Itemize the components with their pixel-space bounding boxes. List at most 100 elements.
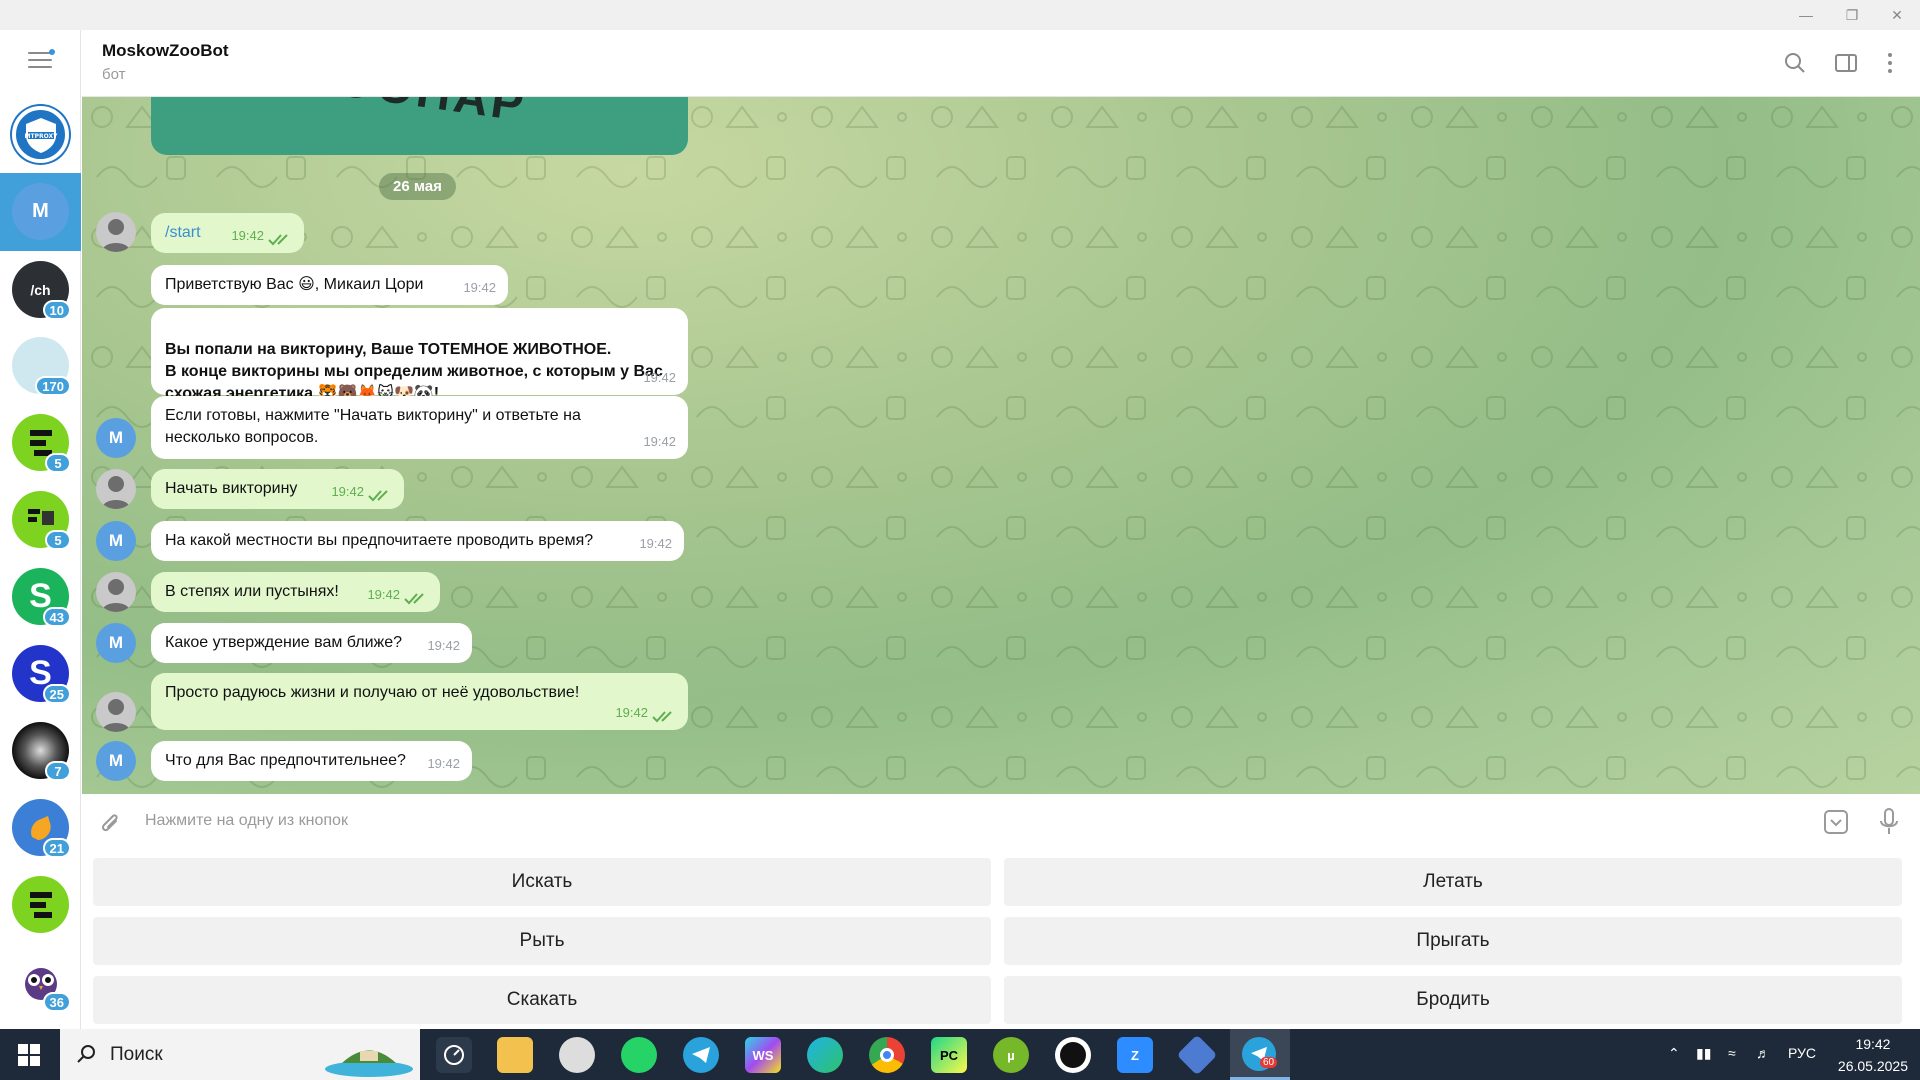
clock-time: 19:42 [1855, 1036, 1891, 1052]
chat-title[interactable]: MoskowZooBot [102, 41, 229, 61]
message-text: Начать викторину [165, 480, 298, 497]
battery-icon[interactable]: ▮▮ [1696, 1045, 1711, 1062]
keyboard-button-gallop[interactable]: Скакать [93, 976, 991, 1024]
message-time: 19:42 [639, 536, 672, 551]
bot-avatar[interactable]: M [96, 741, 136, 781]
message-time: 19:42 [615, 705, 648, 720]
volume-icon[interactable]: ♬ [1756, 1045, 1770, 1061]
pycharm-icon[interactable]: PC [931, 1037, 967, 1073]
keyboard-button-dig[interactable]: Рыть [93, 917, 991, 965]
more-options-icon[interactable] [1877, 50, 1903, 76]
zoom-icon[interactable]: Z [1117, 1037, 1153, 1073]
unread-badge: 7 [45, 761, 71, 781]
menu-icon[interactable] [28, 49, 55, 72]
unread-badge: 5 [45, 453, 71, 473]
telegram-active-tab[interactable]: 60 [1230, 1029, 1290, 1080]
message-time: 19:42 [427, 756, 460, 771]
user-avatar[interactable] [96, 469, 136, 509]
unread-badge: 21 [42, 838, 71, 858]
chat-header: MoskowZooBot бот [82, 30, 1920, 97]
incoming-message[interactable]: Если готовы, нажмите "Начать викторину" … [151, 396, 688, 459]
webstorm-icon[interactable]: WS [745, 1037, 781, 1073]
pingwin-icon[interactable] [559, 1037, 595, 1073]
chat-list-sidebar: MTPROXY M /ch 10 170 5 5 S 43 S 25 7 21 36 [0, 30, 81, 1029]
keyboard-button-search[interactable]: Искать [93, 858, 991, 906]
message-time: 19:42 [463, 280, 496, 295]
read-checks-icon [368, 490, 388, 502]
sidebar-toggle-icon[interactable] [1833, 50, 1859, 76]
s-green-icon[interactable]: S 43 [12, 568, 71, 627]
telegram-icon[interactable] [683, 1037, 719, 1073]
utorrent-icon[interactable]: µ [993, 1037, 1029, 1073]
galaxy-icon[interactable]: 7 [12, 722, 71, 781]
taskbar-search[interactable]: Поиск [60, 1029, 420, 1080]
outgoing-message[interactable]: /start 19:42 [151, 213, 304, 253]
outgoing-message[interactable]: В степях или пустынях! 19:42 [151, 572, 440, 612]
banner-text: ООПАР [333, 97, 530, 133]
unread-badge: 170 [35, 376, 71, 396]
mtproxy-icon[interactable]: MTPROXY [12, 106, 69, 163]
message-time: 19:42 [427, 638, 460, 653]
chrome-icon[interactable] [869, 1037, 905, 1073]
bot-avatar[interactable]: M [96, 521, 136, 561]
windows-start-icon[interactable] [0, 1029, 58, 1080]
chat-avatar-m[interactable]: M [12, 183, 69, 240]
user-avatar[interactable] [96, 572, 136, 612]
message-input[interactable]: Нажмите на одну из кнопок [145, 812, 348, 830]
wifi-icon[interactable]: ≈ [1728, 1045, 1736, 1061]
incoming-message[interactable]: Вы попали на викторину, Ваше ТОТЕМНОЕ ЖИ… [151, 308, 688, 402]
incoming-message[interactable]: Что для Вас предпочтительнее? 19:42 [151, 741, 472, 781]
message-text: Какое утверждение вам ближе? [165, 634, 403, 651]
code-icon[interactable]: /ch 10 [12, 261, 71, 320]
system-clock[interactable]: 19:42 26.05.2025 [1838, 1033, 1908, 1077]
chevron-up-icon[interactable]: ⌃ [1668, 1045, 1680, 1062]
vpn-icon[interactable] [1176, 1034, 1218, 1076]
whatsapp-icon[interactable] [621, 1037, 657, 1073]
channel-icon[interactable]: 170 [12, 337, 71, 396]
message-text: Приветствую Вас 😃, Микаил Цори [165, 276, 424, 293]
read-checks-icon [268, 234, 288, 246]
incoming-message[interactable]: Какое утверждение вам ближе? 19:42 [151, 623, 472, 663]
keyboard-button-fly[interactable]: Летать [1004, 858, 1902, 906]
s-blue-icon[interactable]: S 25 [12, 645, 71, 704]
banner-image[interactable]: ООПАР [151, 97, 688, 155]
attach-icon[interactable] [98, 810, 122, 841]
owl-icon[interactable]: 36 [12, 953, 71, 1012]
close-button[interactable]: ✕ [1874, 0, 1920, 30]
windows-taskbar: Поиск WS PC µ Z 60 ⌃ ▮▮ ≈ ♬ РУС 19:42 26… [0, 1029, 1920, 1080]
restore-button[interactable]: ❐ [1829, 0, 1875, 30]
microphone-icon[interactable] [1877, 806, 1901, 843]
unread-badge: 36 [42, 992, 71, 1012]
bot-avatar[interactable]: M [96, 623, 136, 663]
keyboard-button-jump[interactable]: Прыгать [1004, 917, 1902, 965]
github-icon[interactable] [1055, 1037, 1091, 1073]
message-text: Просто радуюсь жизни и получаю от неё уд… [165, 684, 580, 701]
minimize-button[interactable]: — [1783, 0, 1829, 30]
skillbox-laptop-icon[interactable]: 5 [12, 491, 71, 550]
incoming-message[interactable]: На какой местности вы предпочитаете пров… [151, 521, 684, 561]
outgoing-message[interactable]: Начать викторину 19:42 [151, 469, 404, 509]
message-time: 19:42 [643, 434, 676, 449]
user-avatar[interactable] [96, 692, 136, 732]
incoming-message[interactable]: Приветствую Вас 😃, Микаил Цори 19:42 [151, 265, 508, 305]
bot-avatar[interactable]: M [96, 418, 136, 458]
search-icon[interactable] [1782, 50, 1808, 76]
read-checks-icon [652, 711, 672, 723]
svg-text:MTPROXY: MTPROXY [24, 133, 58, 140]
telegram-badge: 60 [1260, 1057, 1278, 1068]
edge-icon[interactable] [807, 1037, 843, 1073]
skillbox-round-icon[interactable] [12, 876, 69, 933]
user-avatar[interactable] [96, 212, 136, 252]
outgoing-message[interactable]: Просто радуюсь жизни и получаю от неё уд… [151, 673, 688, 730]
keyboard-button-wander[interactable]: Бродить [1004, 976, 1902, 1024]
command-link[interactable]: /start [165, 224, 201, 241]
bot-keyboard-icon[interactable] [1822, 808, 1850, 841]
bot-reply-keyboard: Искать Летать Рыть Прыгать Скакать Броди… [82, 850, 1920, 1029]
language-indicator[interactable]: РУС [1788, 1045, 1816, 1061]
message-input-bar: Нажмите на одну из кнопок [82, 794, 1920, 850]
file-explorer-icon[interactable] [497, 1037, 533, 1073]
hand-icon[interactable]: 21 [12, 799, 71, 858]
message-area[interactable]: ООПАР 26 мая /start 19:42 Приветствую Ва… [82, 97, 1920, 794]
skillbox-icon[interactable]: 5 [12, 414, 71, 473]
speedometer-icon[interactable] [436, 1037, 472, 1073]
